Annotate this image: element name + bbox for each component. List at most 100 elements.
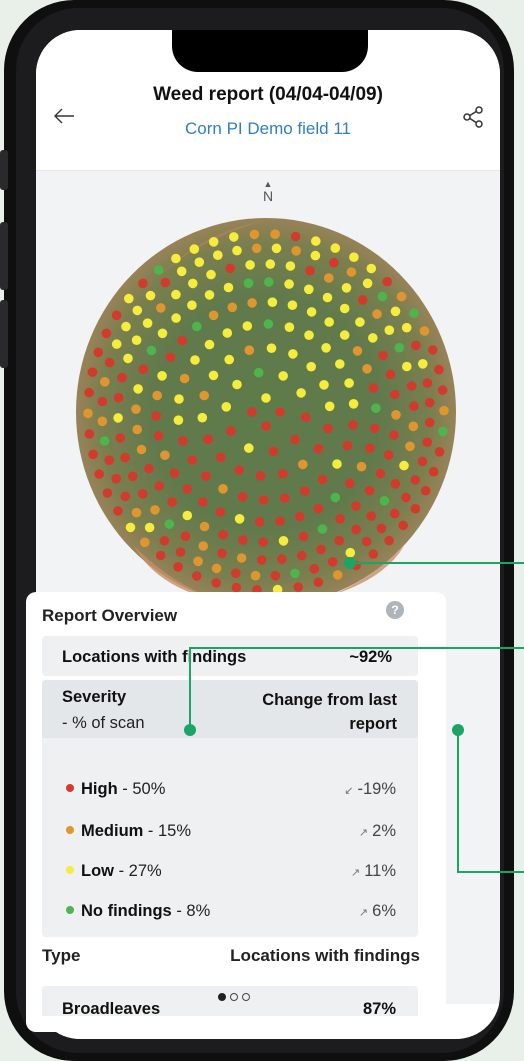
weed-dot <box>313 503 324 514</box>
weed-dot <box>150 505 160 515</box>
weed-dot <box>316 544 326 555</box>
weed-dot <box>221 402 232 412</box>
weed-dot <box>171 289 181 300</box>
weed-dot <box>218 484 228 494</box>
weed-dot <box>368 549 379 559</box>
weed-dot <box>275 407 285 417</box>
share-icon[interactable] <box>460 104 486 130</box>
page-dot-icon[interactable] <box>230 993 238 1001</box>
field-name-link[interactable]: Corn PI Demo field 11 <box>96 119 440 139</box>
weed-dot <box>345 478 355 489</box>
weed-dot <box>364 485 375 496</box>
severity-low: Low - 27% <box>66 862 162 881</box>
weed-dot <box>311 236 321 246</box>
weed-dot <box>104 357 115 368</box>
weed-dot <box>199 390 209 401</box>
weed-dot <box>113 392 124 403</box>
weed-dot <box>319 380 329 390</box>
weed-dot <box>348 420 358 430</box>
weed-dot <box>131 404 141 414</box>
medium-dot-icon <box>66 826 74 834</box>
weed-dot <box>438 426 448 437</box>
weed-dot <box>321 343 331 353</box>
weed-dot <box>275 516 285 526</box>
weed-dot <box>361 536 372 547</box>
weed-dot <box>390 389 400 400</box>
weed-dot <box>223 282 234 293</box>
type-row-label: Broadleaves <box>62 1000 161 1016</box>
weed-dot <box>327 557 338 567</box>
weed-dot <box>293 582 303 592</box>
page-dot-icon[interactable] <box>218 993 226 1001</box>
weed-dot <box>313 443 324 454</box>
weed-dot <box>84 429 95 439</box>
weed-dot <box>344 378 354 388</box>
weed-dot <box>93 347 104 358</box>
weed-dot <box>424 397 435 408</box>
weed-dot <box>261 393 271 403</box>
weed-dot <box>371 403 381 413</box>
weed-dot <box>365 443 375 453</box>
field-weed-map[interactable] <box>74 216 458 608</box>
weed-dot <box>323 423 333 434</box>
help-icon[interactable]: ? <box>386 601 404 619</box>
weed-dot <box>171 313 181 323</box>
weed-dot <box>332 570 343 580</box>
weed-dot <box>290 231 301 242</box>
weed-dot <box>332 459 342 469</box>
weed-dot <box>121 321 131 332</box>
weed-dot <box>310 250 321 261</box>
weed-dot <box>137 489 148 499</box>
weed-dot <box>179 373 190 384</box>
back-arrow-icon[interactable] <box>52 104 76 128</box>
weed-dot <box>410 475 421 485</box>
weed-dot <box>144 463 154 474</box>
weed-dot <box>258 495 269 505</box>
report-overview-title: Report Overview <box>42 606 178 625</box>
weed-dot <box>304 284 314 295</box>
weed-dot <box>208 310 219 321</box>
weed-dot <box>294 511 305 522</box>
weed-dot <box>144 522 155 533</box>
weed-dot <box>194 257 205 267</box>
severity-high: High - 50% <box>66 780 165 799</box>
weed-dot <box>173 562 183 572</box>
weed-dot <box>300 412 311 422</box>
weed-dot <box>265 259 276 269</box>
weed-dot <box>245 260 255 270</box>
weed-dot <box>390 306 401 317</box>
weed-dot <box>277 554 287 564</box>
weed-dot <box>313 577 324 587</box>
severity-high-change: ↙ -19% <box>344 780 396 798</box>
weed-dot <box>324 273 334 283</box>
weed-dot <box>339 330 350 340</box>
weed-dot <box>211 578 221 588</box>
weed-dot <box>229 232 239 242</box>
weed-dot <box>222 328 233 338</box>
page-dot-icon[interactable] <box>242 993 250 1001</box>
weed-dot <box>187 455 197 465</box>
weed-dot <box>389 508 400 519</box>
weed-dot <box>351 524 361 535</box>
severity-label: Severity <box>62 688 127 706</box>
weed-dot <box>232 379 242 390</box>
weed-dot <box>197 412 208 423</box>
north-label: N <box>262 188 274 204</box>
weed-dot <box>383 450 394 460</box>
weed-dot <box>208 370 219 381</box>
weed-dot <box>398 520 409 531</box>
weed-dot <box>401 492 411 503</box>
weed-dot <box>355 317 365 327</box>
weed-dot <box>136 444 147 455</box>
weed-dot <box>330 243 341 253</box>
weed-dot <box>120 452 130 463</box>
page-indicator[interactable] <box>216 988 256 1001</box>
weed-dot <box>324 401 335 412</box>
weed-dot <box>182 510 193 521</box>
weed-dot <box>279 493 290 503</box>
weed-dot <box>83 408 93 419</box>
weed-dot <box>368 333 378 343</box>
weed-dot <box>157 371 167 381</box>
weed-dot <box>296 388 306 398</box>
weed-dot <box>284 322 295 332</box>
